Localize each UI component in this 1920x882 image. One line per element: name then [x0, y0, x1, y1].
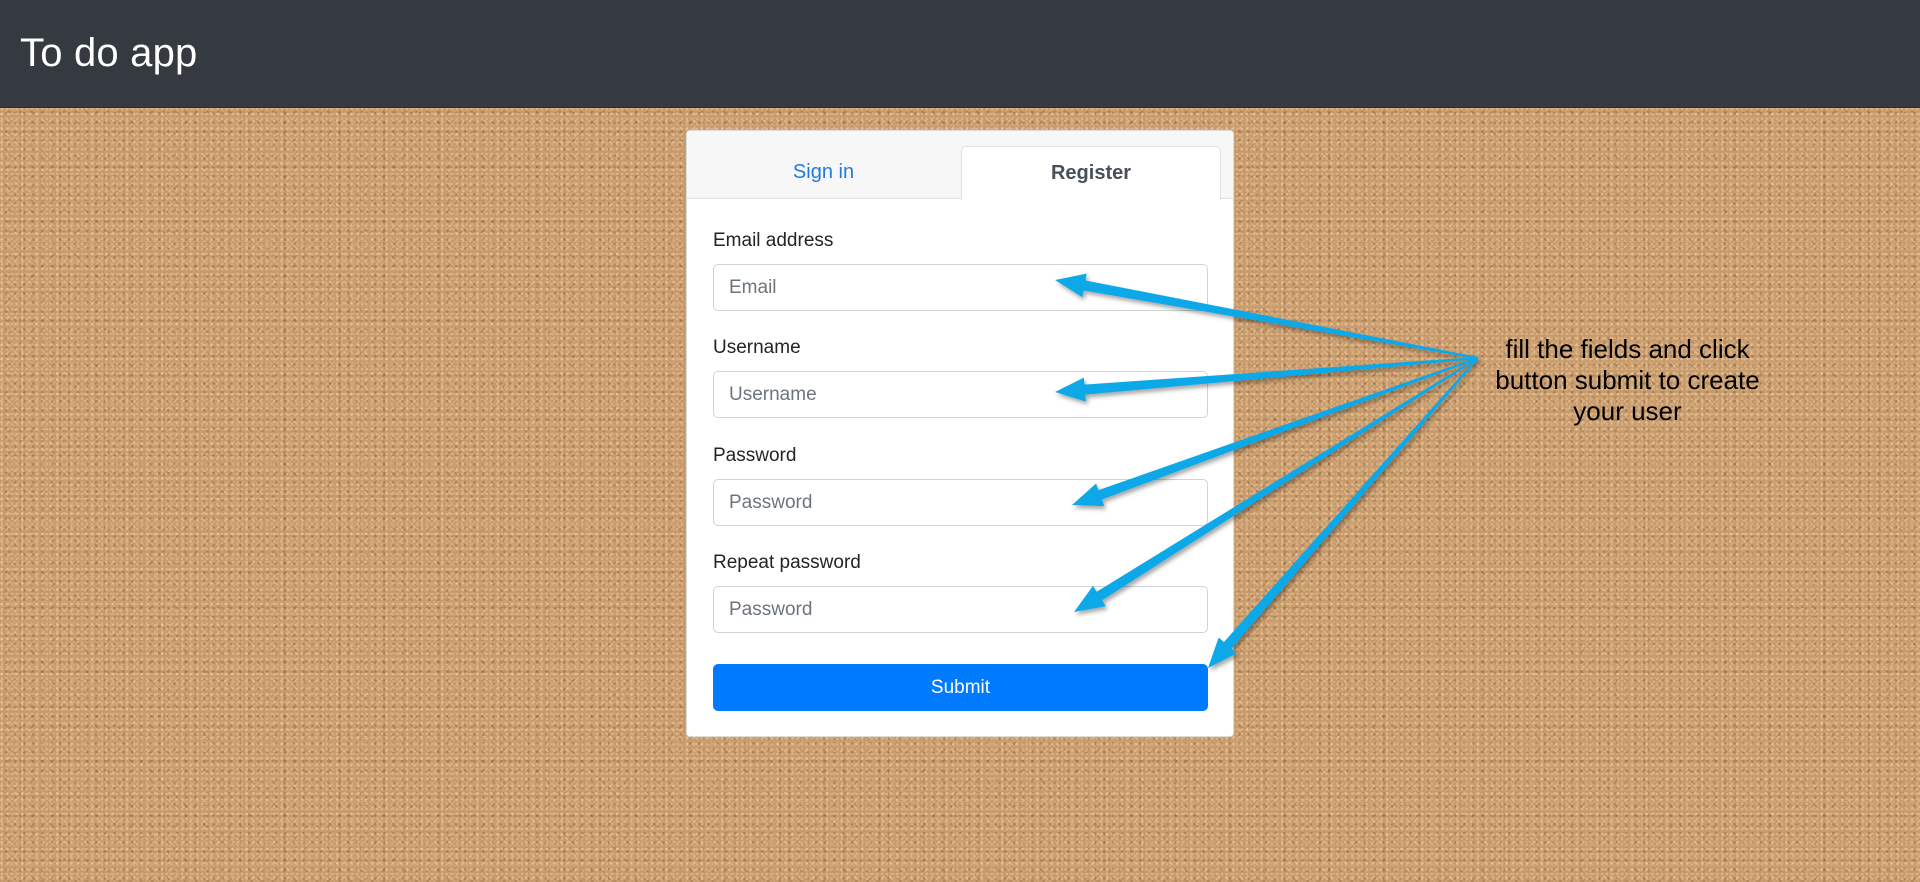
arrow-to-submit [1208, 357, 1479, 668]
auth-tabs: Sign in Register [687, 131, 1233, 200]
email-field[interactable] [713, 264, 1208, 311]
annotation-note: fill the fields and click button submit … [1495, 334, 1760, 426]
email-label: Email address [713, 230, 834, 251]
repeat-password-field[interactable] [713, 586, 1208, 633]
top-navbar: To do app [0, 0, 1920, 108]
submit-button[interactable]: Submit [713, 664, 1208, 711]
register-card: Sign in Register Email address Username … [686, 130, 1234, 737]
username-field[interactable] [713, 371, 1208, 418]
repeat-password-label: Repeat password [713, 552, 861, 573]
tab-register[interactable]: Register [961, 146, 1221, 200]
app-title[interactable]: To do app [20, 30, 198, 76]
password-field[interactable] [713, 479, 1208, 526]
tab-sign-in[interactable]: Sign in [687, 146, 960, 199]
username-label: Username [713, 337, 801, 358]
password-label: Password [713, 445, 797, 466]
